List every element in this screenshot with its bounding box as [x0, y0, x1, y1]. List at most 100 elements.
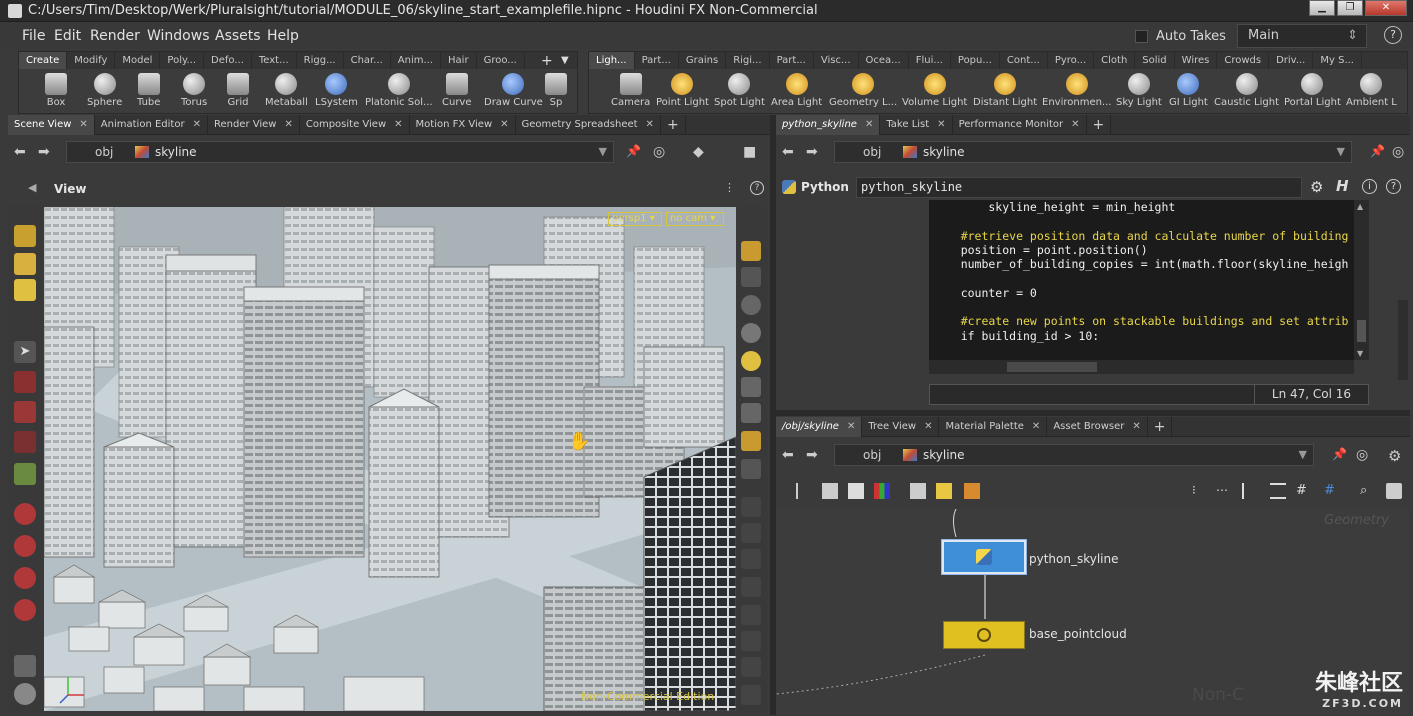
tool-lsystem[interactable]: LSystem [315, 71, 358, 108]
pose-tool-icon[interactable] [14, 463, 36, 485]
display-options-icon[interactable]: ◆ [693, 144, 704, 160]
point-display-icon[interactable] [741, 497, 761, 517]
add-tab-icon[interactable]: + [1148, 417, 1173, 437]
uv-display-icon[interactable] [741, 657, 761, 677]
node-python-skyline[interactable] [941, 539, 1027, 575]
shelf-tab-drive[interactable]: Driv... [1269, 52, 1314, 69]
tool-curve[interactable]: Curve [442, 71, 472, 108]
close-tab-icon[interactable]: ✕ [79, 115, 87, 135]
code-line[interactable]: counter = 0 [933, 286, 1037, 300]
ghost-icon[interactable] [741, 459, 761, 479]
tab-asset-browser[interactable]: Asset Browser ✕ [1047, 417, 1148, 437]
color-palette-icon[interactable] [874, 483, 890, 499]
help-icon[interactable]: ? [1386, 179, 1401, 194]
shelf-tab-wires[interactable]: Wires [1175, 52, 1218, 69]
select-mode-icon[interactable] [14, 225, 36, 247]
tab-geometry-spreadsheet[interactable]: Geometry Spreadsheet ✕ [516, 115, 661, 135]
houdini-help-icon[interactable]: H [1336, 177, 1349, 195]
tool-ambient-light[interactable]: Ambient L [1346, 71, 1397, 108]
code-line[interactable]: #retrieve position data and calculate nu… [933, 229, 1349, 243]
path-node[interactable]: skyline [903, 448, 965, 462]
normal-light-icon[interactable] [741, 403, 761, 423]
back-arrow-icon[interactable]: ⬅ [14, 144, 26, 160]
snap-grid-icon[interactable] [14, 535, 36, 557]
shelf-tab-hair[interactable]: Hair [441, 52, 477, 69]
tab-take-list[interactable]: Take List ✕ [880, 115, 953, 135]
take-selector[interactable]: Main ⇕ [1237, 24, 1367, 48]
camera-nocam-menu[interactable]: no cam ▾ [666, 212, 724, 226]
city-render[interactable]: ✋ [44, 207, 736, 711]
align-icon[interactable]: ⋯ [1216, 483, 1232, 499]
subnet-icon[interactable] [964, 483, 980, 499]
tool-portal-light[interactable]: Portal Light [1284, 71, 1341, 108]
camera-persp-menu[interactable]: persp1 ▾ [608, 212, 662, 226]
rotate-tool-icon[interactable] [14, 401, 36, 423]
tool-area-light[interactable]: Area Light [771, 71, 822, 108]
shelf-tab-rigging[interactable]: Rigg... [297, 52, 344, 69]
close-tab-icon[interactable]: ✕ [1132, 417, 1140, 437]
normal-display-icon[interactable] [741, 523, 761, 543]
tool-spot-light[interactable]: Spot Light [714, 71, 765, 108]
tab-animation-editor[interactable]: Animation Editor ✕ [95, 115, 208, 135]
snapshot-icon[interactable]: ■ [743, 144, 756, 160]
shelf-tab-populate[interactable]: Popu... [951, 52, 1000, 69]
point-numbers-icon[interactable] [741, 577, 761, 597]
back-arrow-icon[interactable]: ⬅ [782, 447, 794, 463]
select-arrow-icon[interactable]: ➤ [14, 341, 36, 363]
menu-assets[interactable]: Assets [215, 28, 261, 44]
menu-windows[interactable]: Windows [147, 28, 210, 44]
close-tab-icon[interactable]: ✕ [865, 115, 873, 135]
snap-curve-icon[interactable] [14, 599, 36, 621]
view-tool-icon[interactable] [14, 655, 36, 677]
tab-render-view[interactable]: Render View ✕ [208, 115, 300, 135]
menu-file[interactable]: File [22, 28, 45, 44]
add-shelf-icon[interactable]: + [541, 53, 553, 69]
tool-torus[interactable]: Torus [181, 71, 207, 108]
tool-sky-light[interactable]: Sky Light [1116, 71, 1162, 108]
tab-scene-view[interactable]: Scene View ✕ [8, 115, 95, 135]
shelf-tab-particles[interactable]: Part... [635, 52, 679, 69]
arrange-icon[interactable]: ⁝ [1192, 483, 1208, 499]
info-icon[interactable]: i [1362, 179, 1377, 194]
path-context[interactable]: obj [95, 145, 113, 159]
code-line[interactable]: #create new points on stackable building… [933, 314, 1349, 328]
tool-environment-light[interactable]: Environmen... [1042, 71, 1111, 108]
headlight-icon[interactable] [741, 377, 761, 397]
scroll-thumb[interactable] [1357, 320, 1366, 342]
vertex-display-icon[interactable] [741, 549, 761, 569]
help-icon[interactable]: ? [1384, 26, 1402, 44]
dropdown-arrow-icon[interactable]: ▼ [599, 145, 607, 158]
wireframe-icon[interactable] [741, 323, 761, 343]
shelf-tab-grains[interactable]: Grains [679, 52, 727, 69]
network-box-icon[interactable] [910, 483, 926, 499]
code-line[interactable]: skyline_height = min_height [933, 200, 1175, 214]
shelf-tab-poly[interactable]: Poly... [160, 52, 205, 69]
lock-icon[interactable] [741, 267, 761, 287]
node-label-python-skyline[interactable]: python_skyline [1029, 552, 1119, 566]
path-node[interactable]: skyline [903, 145, 965, 159]
tool-gi-light[interactable]: GI Light [1169, 71, 1208, 108]
minimize-icon[interactable]: ▁ [1309, 0, 1335, 16]
auto-takes-toggle[interactable]: Auto Takes [1135, 29, 1226, 44]
forward-arrow-icon[interactable]: ➡ [806, 447, 818, 463]
search-icon[interactable]: ⌕ [1360, 483, 1376, 499]
handle-mode-icon[interactable] [14, 279, 36, 301]
pin-icon[interactable]: 📌 [626, 144, 641, 158]
link-icon[interactable]: ◎ [1392, 144, 1404, 160]
camera-tool-icon[interactable] [14, 683, 36, 705]
scroll-up-icon[interactable]: ▲ [1357, 202, 1363, 211]
tool-geometry-light[interactable]: Geometry L... [829, 71, 897, 108]
transform-mode-icon[interactable] [14, 253, 36, 275]
tab-motion-fx-view[interactable]: Motion FX View ✕ [410, 115, 516, 135]
path-context[interactable]: obj [863, 448, 881, 462]
code-line[interactable]: position = point.position() [933, 243, 1148, 257]
shelf-tab-particle-fluids[interactable]: Part... [770, 52, 814, 69]
python-pane-scrollbar[interactable] [1398, 300, 1408, 380]
gear-icon[interactable]: ⚙ [1388, 447, 1401, 465]
distribute-icon[interactable] [1270, 483, 1286, 499]
view-menu-icon[interactable]: ◀ [28, 181, 36, 194]
link-icon[interactable]: ◎ [1356, 447, 1368, 463]
menu-render[interactable]: Render [90, 28, 140, 44]
sticky-note-icon[interactable] [936, 483, 952, 499]
tool-metaball[interactable]: Metaball [265, 71, 308, 108]
